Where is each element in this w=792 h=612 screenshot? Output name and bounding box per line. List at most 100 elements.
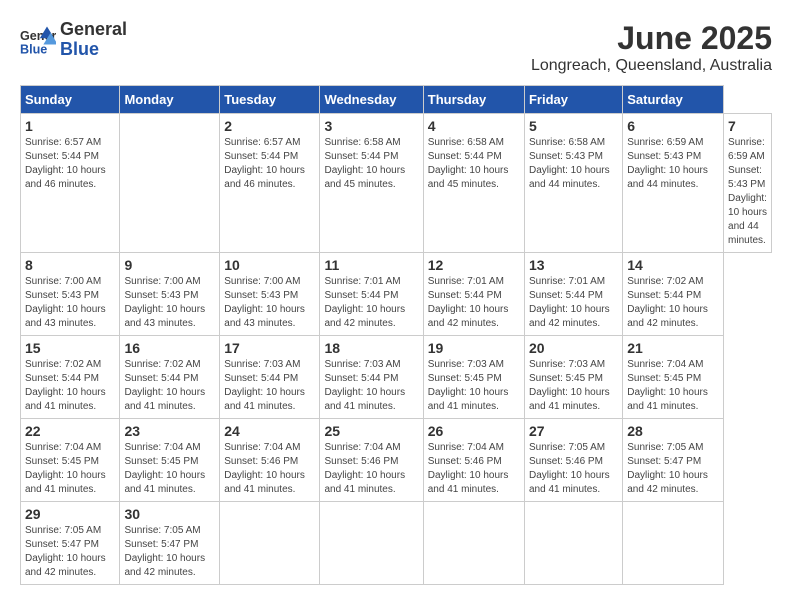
table-row: 4 Sunrise: 6:58 AMSunset: 5:44 PMDaylight… (423, 114, 524, 253)
day-number: 27 (529, 423, 618, 439)
location-title: Longreach, Queensland, Australia (531, 57, 772, 75)
table-row: 10 Sunrise: 7:00 AMSunset: 5:43 PMDayligh… (220, 253, 320, 336)
day-number: 12 (428, 257, 520, 273)
day-info: Sunrise: 7:02 AMSunset: 5:44 PMDaylight:… (124, 358, 215, 414)
day-info: Sunrise: 7:02 AMSunset: 5:44 PMDaylight:… (25, 358, 115, 414)
day-info: Sunrise: 7:04 AMSunset: 5:45 PMDaylight:… (25, 441, 115, 497)
day-info: Sunrise: 7:03 AMSunset: 5:45 PMDaylight:… (529, 358, 618, 414)
day-number: 6 (627, 118, 719, 134)
calendar-header-row: Sunday Monday Tuesday Wednesday Thursday… (21, 86, 772, 114)
table-row (524, 502, 622, 585)
day-info: Sunrise: 6:58 AMSunset: 5:44 PMDaylight:… (428, 136, 520, 192)
col-saturday: Saturday (623, 86, 724, 114)
col-tuesday: Tuesday (220, 86, 320, 114)
day-info: Sunrise: 6:59 AMSunset: 5:43 PMDaylight:… (627, 136, 719, 192)
day-info: Sunrise: 7:05 AMSunset: 5:47 PMDaylight:… (627, 441, 719, 497)
table-row: 26 Sunrise: 7:04 AMSunset: 5:46 PMDayligh… (423, 419, 524, 502)
page-header: General Blue General Blue June 2025 Long… (20, 20, 772, 75)
day-number: 2 (224, 118, 315, 134)
day-info: Sunrise: 7:05 AMSunset: 5:47 PMDaylight:… (25, 524, 115, 580)
logo-general-text: General (60, 20, 127, 40)
day-number: 26 (428, 423, 520, 439)
day-number: 30 (124, 506, 215, 522)
table-row: 21 Sunrise: 7:04 AMSunset: 5:45 PMDayligh… (623, 336, 724, 419)
day-info: Sunrise: 6:58 AMSunset: 5:44 PMDaylight:… (324, 136, 418, 192)
day-info: Sunrise: 7:04 AMSunset: 5:45 PMDaylight:… (627, 358, 719, 414)
day-number: 16 (124, 340, 215, 356)
day-number: 7 (728, 118, 767, 134)
table-row: 8 Sunrise: 7:00 AMSunset: 5:43 PMDaylight… (21, 253, 120, 336)
col-thursday: Thursday (423, 86, 524, 114)
day-number: 14 (627, 257, 719, 273)
day-number: 13 (529, 257, 618, 273)
day-number: 11 (324, 257, 418, 273)
day-number: 20 (529, 340, 618, 356)
day-info: Sunrise: 6:57 AMSunset: 5:44 PMDaylight:… (25, 136, 115, 192)
table-row (220, 502, 320, 585)
table-row: 13 Sunrise: 7:01 AMSunset: 5:44 PMDayligh… (524, 253, 622, 336)
calendar-table: Sunday Monday Tuesday Wednesday Thursday… (20, 85, 772, 585)
table-row (120, 114, 220, 253)
table-row (423, 502, 524, 585)
table-row: 18 Sunrise: 7:03 AMSunset: 5:44 PMDayligh… (320, 336, 423, 419)
day-number: 28 (627, 423, 719, 439)
table-row: 30 Sunrise: 7:05 AMSunset: 5:47 PMDayligh… (120, 502, 220, 585)
day-number: 23 (124, 423, 215, 439)
day-info: Sunrise: 7:00 AMSunset: 5:43 PMDaylight:… (224, 275, 315, 331)
day-number: 21 (627, 340, 719, 356)
day-number: 5 (529, 118, 618, 134)
day-info: Sunrise: 7:04 AMSunset: 5:46 PMDaylight:… (324, 441, 418, 497)
col-sunday: Sunday (21, 86, 120, 114)
logo-icon: General Blue (20, 22, 56, 58)
table-row: 27 Sunrise: 7:05 AMSunset: 5:46 PMDayligh… (524, 419, 622, 502)
day-number: 19 (428, 340, 520, 356)
table-row: 19 Sunrise: 7:03 AMSunset: 5:45 PMDayligh… (423, 336, 524, 419)
title-area: June 2025 Longreach, Queensland, Austral… (531, 20, 772, 75)
table-row: 16 Sunrise: 7:02 AMSunset: 5:44 PMDayligh… (120, 336, 220, 419)
table-row (623, 502, 724, 585)
day-number: 1 (25, 118, 115, 134)
col-friday: Friday (524, 86, 622, 114)
day-info: Sunrise: 7:03 AMSunset: 5:44 PMDaylight:… (324, 358, 418, 414)
day-info: Sunrise: 7:03 AMSunset: 5:45 PMDaylight:… (428, 358, 520, 414)
table-row (320, 502, 423, 585)
table-row: 17 Sunrise: 7:03 AMSunset: 5:44 PMDayligh… (220, 336, 320, 419)
day-info: Sunrise: 7:04 AMSunset: 5:45 PMDaylight:… (124, 441, 215, 497)
day-info: Sunrise: 7:01 AMSunset: 5:44 PMDaylight:… (529, 275, 618, 331)
day-info: Sunrise: 7:01 AMSunset: 5:44 PMDaylight:… (428, 275, 520, 331)
table-row: 3Sunrise: 6:58 AMSunset: 5:44 PMDaylight… (320, 114, 423, 253)
day-number: 4 (428, 118, 520, 134)
table-row: 9Sunrise: 7:00 AMSunset: 5:43 PMDaylight… (120, 253, 220, 336)
table-row: 1 Sunrise: 6:57 AMSunset: 5:44 PMDaylight… (21, 114, 120, 253)
day-info: Sunrise: 7:04 AMSunset: 5:46 PMDaylight:… (224, 441, 315, 497)
day-info: Sunrise: 7:05 AMSunset: 5:47 PMDaylight:… (124, 524, 215, 580)
table-row: 15 Sunrise: 7:02 AMSunset: 5:44 PMDayligh… (21, 336, 120, 419)
table-row: 11Sunrise: 7:01 AMSunset: 5:44 PMDayligh… (320, 253, 423, 336)
day-number: 17 (224, 340, 315, 356)
day-info: Sunrise: 7:03 AMSunset: 5:44 PMDaylight:… (224, 358, 315, 414)
table-row: 5 Sunrise: 6:58 AMSunset: 5:43 PMDaylight… (524, 114, 622, 253)
day-info: Sunrise: 6:57 AMSunset: 5:44 PMDaylight:… (224, 136, 315, 192)
table-row: 22 Sunrise: 7:04 AMSunset: 5:45 PMDayligh… (21, 419, 120, 502)
day-number: 25 (324, 423, 418, 439)
day-info: Sunrise: 6:59 AMSunset: 5:43 PMDaylight:… (728, 136, 767, 248)
logo: General Blue General Blue (20, 20, 127, 60)
table-row: 2 Sunrise: 6:57 AMSunset: 5:44 PMDaylight… (220, 114, 320, 253)
day-info: Sunrise: 7:05 AMSunset: 5:46 PMDaylight:… (529, 441, 618, 497)
day-number: 10 (224, 257, 315, 273)
day-info: Sunrise: 7:00 AMSunset: 5:43 PMDaylight:… (25, 275, 115, 331)
day-info: Sunrise: 7:04 AMSunset: 5:46 PMDaylight:… (428, 441, 520, 497)
day-number: 9 (124, 257, 215, 273)
day-number: 18 (324, 340, 418, 356)
table-row: 14 Sunrise: 7:02 AMSunset: 5:44 PMDayligh… (623, 253, 724, 336)
logo-blue-text: Blue (60, 40, 127, 60)
day-number: 22 (25, 423, 115, 439)
col-wednesday: Wednesday (320, 86, 423, 114)
day-number: 15 (25, 340, 115, 356)
col-monday: Monday (120, 86, 220, 114)
day-number: 8 (25, 257, 115, 273)
day-info: Sunrise: 6:58 AMSunset: 5:43 PMDaylight:… (529, 136, 618, 192)
day-info: Sunrise: 7:02 AMSunset: 5:44 PMDaylight:… (627, 275, 719, 331)
table-row: 25 Sunrise: 7:04 AMSunset: 5:46 PMDayligh… (320, 419, 423, 502)
table-row: 28 Sunrise: 7:05 AMSunset: 5:47 PMDayligh… (623, 419, 724, 502)
